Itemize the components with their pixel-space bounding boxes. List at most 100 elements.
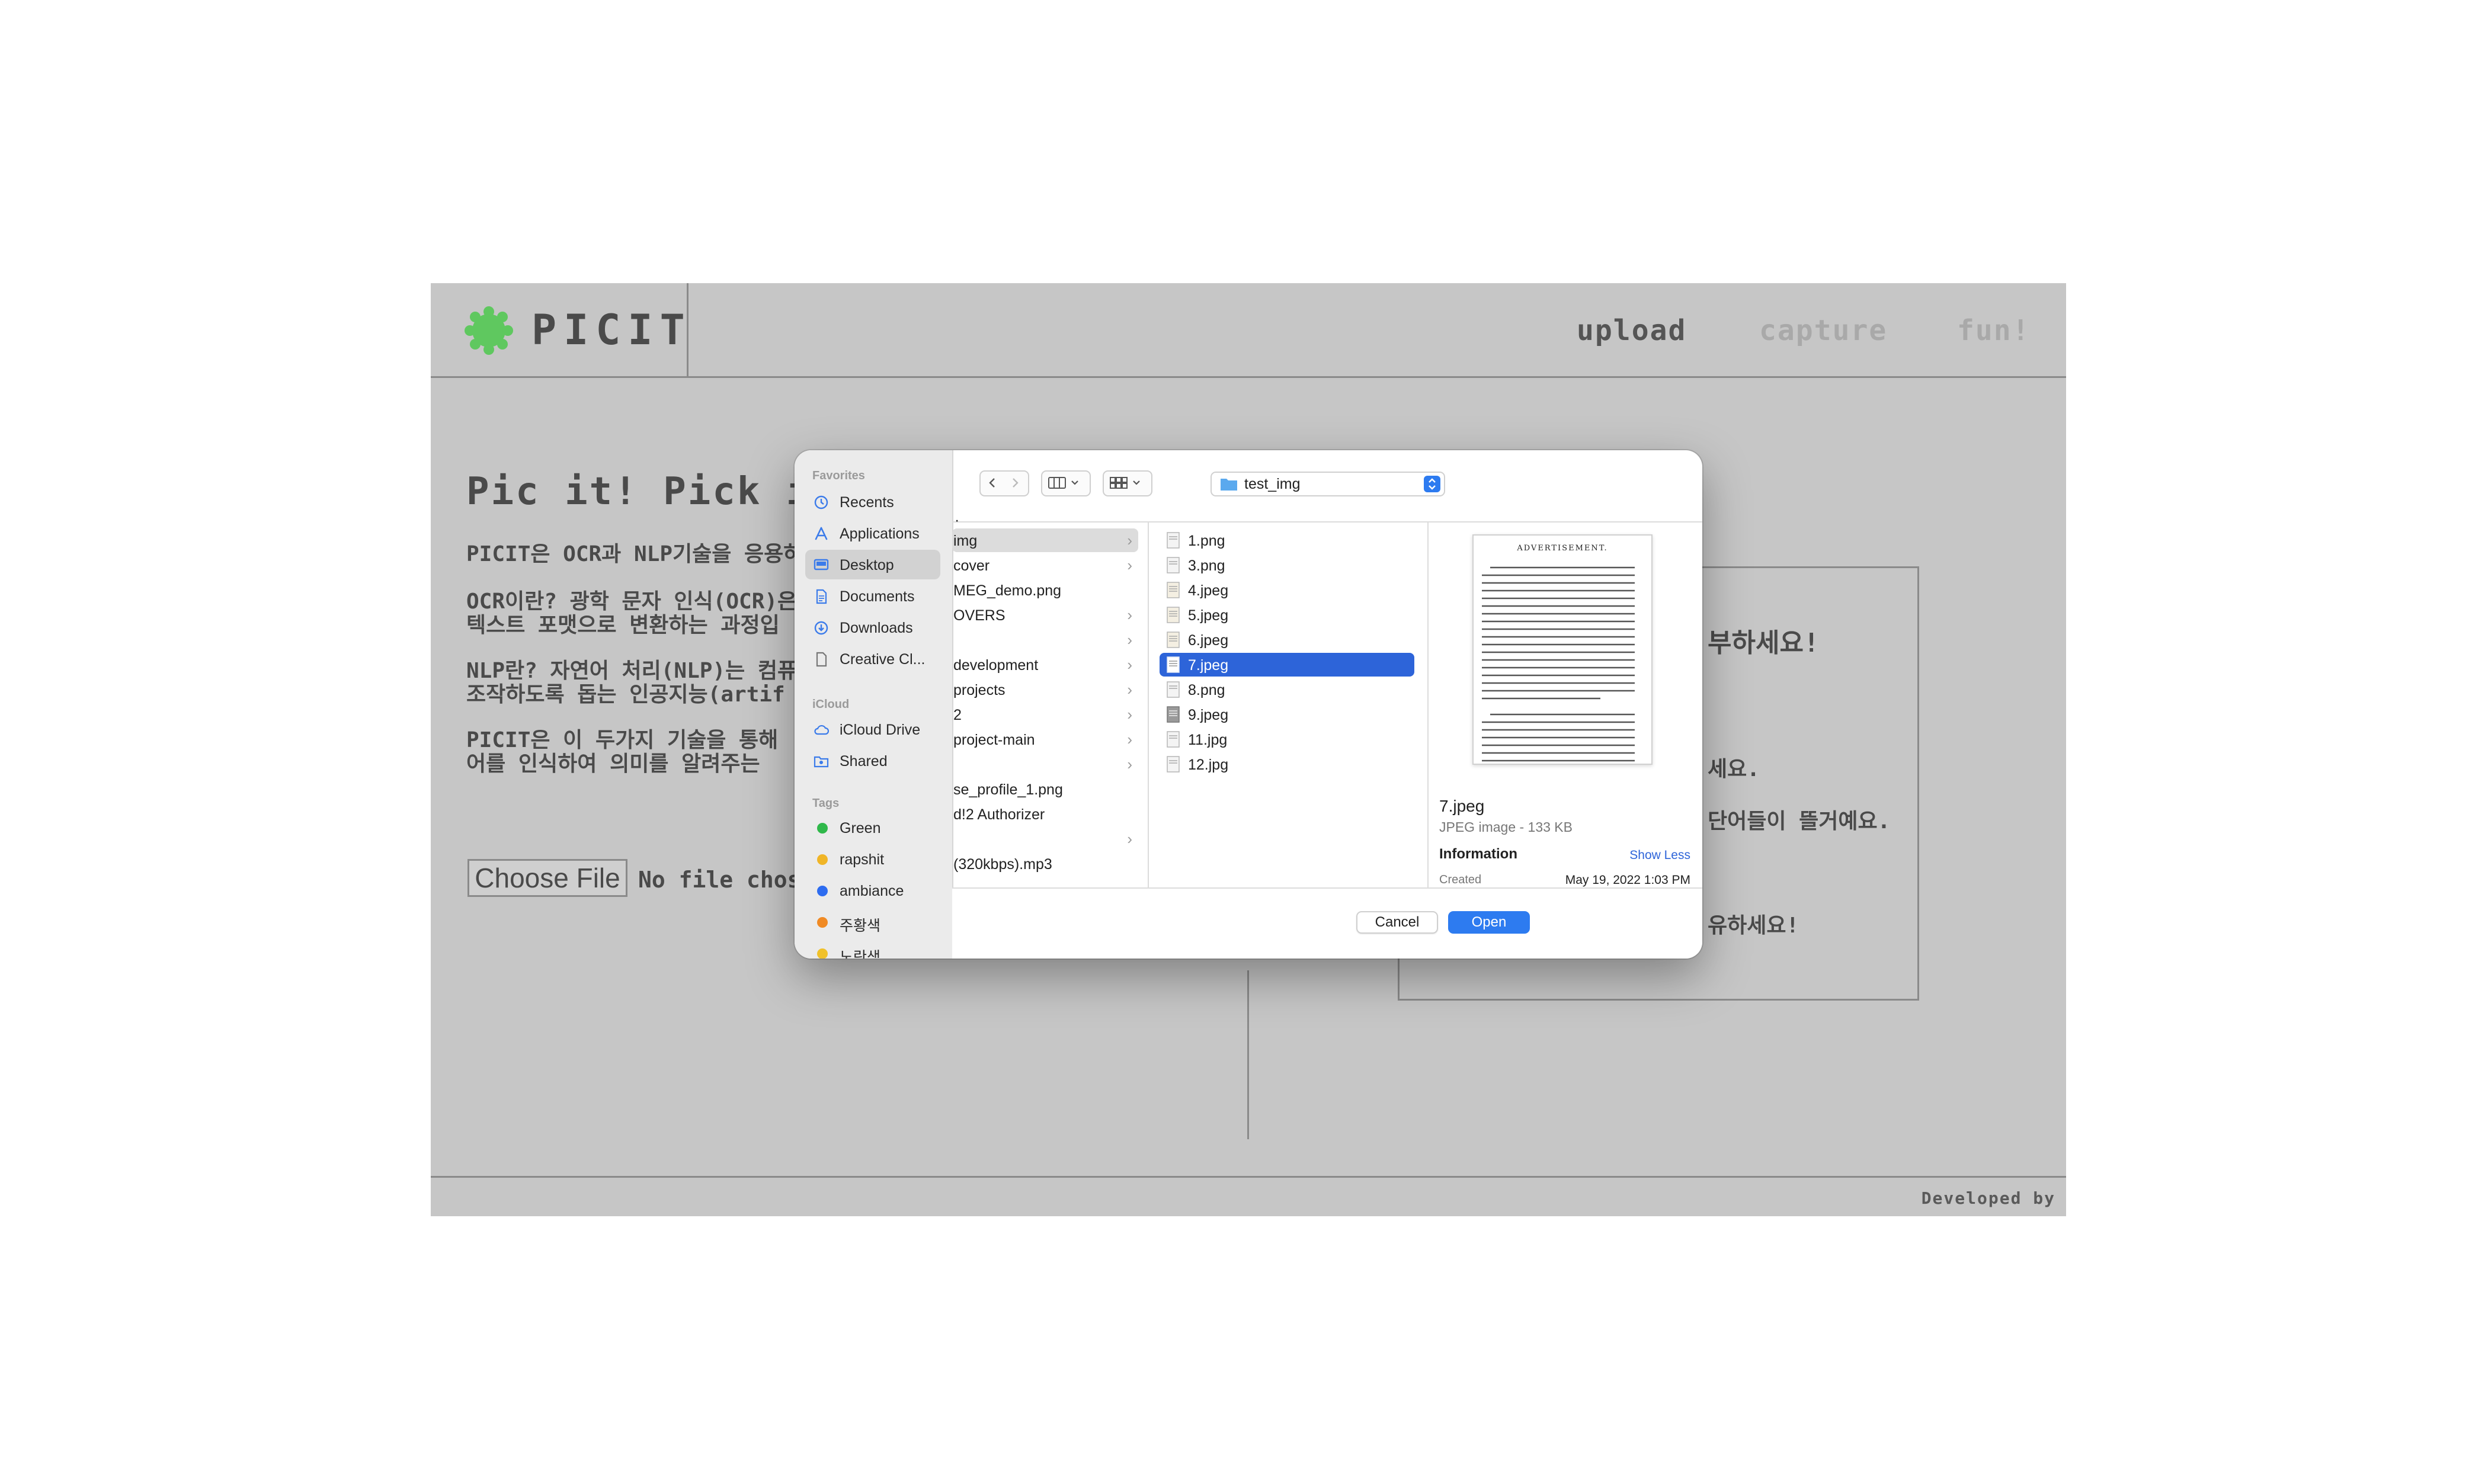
file-row[interactable]: 9.jpeg — [1160, 703, 1414, 726]
image-file-icon — [1167, 731, 1180, 748]
chevron-right-icon: › — [1127, 706, 1132, 723]
sidebar-item-label: 노란색 — [840, 949, 881, 959]
chevron-right-icon: › — [1127, 730, 1132, 748]
image-file-icon — [1167, 706, 1180, 723]
chevron-right-icon: › — [1127, 556, 1132, 574]
sidebar-item-label: iCloud Drive — [840, 722, 921, 738]
vertical-divider — [1247, 970, 1249, 1139]
sidebar-tag-yellow[interactable]: 노란색 — [805, 938, 940, 959]
file-row-selected[interactable]: 7.jpeg — [1160, 653, 1414, 677]
result-line-3: 유하세요! — [1708, 914, 1799, 938]
thumbnail-title: ADVERTISEMENT. — [1517, 544, 1608, 553]
file-row[interactable]: 8.png — [1160, 678, 1414, 701]
list-item[interactable]: OVERS › — [952, 603, 1138, 627]
clock-icon — [814, 495, 828, 509]
forward-icon[interactable] — [1008, 476, 1022, 490]
sidebar-item-creative-cloud[interactable]: Creative Cl... — [805, 644, 940, 674]
sidebar-tag-rapshit[interactable]: rapshit — [805, 844, 940, 874]
shared-folder-icon — [814, 756, 829, 768]
favorites-title: Favorites — [812, 469, 865, 482]
list-item[interactable]: development › — [952, 653, 1138, 677]
sidebar-item-icloud-drive[interactable]: iCloud Drive — [805, 714, 940, 744]
cloud-icon — [814, 725, 829, 735]
sidebar-tag-orange[interactable]: 주황색 — [805, 907, 940, 937]
preview-file-name: 7.jpeg — [1439, 797, 1485, 815]
open-button[interactable]: Open — [1448, 911, 1530, 934]
sidebar-tag-green[interactable]: Green — [805, 813, 940, 842]
sidebar-item-label: Creative Cl... — [840, 651, 926, 668]
sidebar-item-documents[interactable]: Documents — [805, 581, 940, 611]
list-item[interactable]: (320kbps).mp3 — [952, 852, 1138, 876]
back-icon[interactable] — [985, 476, 1000, 490]
sidebar-item-desktop[interactable]: Desktop — [805, 550, 940, 579]
image-file-icon — [1167, 632, 1180, 648]
file-row[interactable]: 5.jpeg — [1160, 603, 1414, 627]
list-item[interactable]: d!2 Authorizer — [952, 802, 1138, 826]
list-item[interactable]: cover › — [952, 553, 1138, 577]
list-item[interactable]: projects › — [952, 678, 1138, 701]
file-row[interactable]: 3.png — [1160, 553, 1414, 577]
list-item[interactable]: 2 › — [952, 703, 1138, 726]
file-row[interactable]: 1.png — [1160, 528, 1414, 552]
image-file-icon — [1167, 756, 1180, 773]
nav-capture[interactable]: capture — [1759, 314, 1887, 347]
list-item[interactable]: project-main › — [952, 727, 1138, 751]
tag-color-dot — [817, 886, 828, 896]
result-line-1: 세요. — [1708, 757, 1760, 781]
browser-column-files: 1.png 3.png 4.jpeg 5.jpeg 6.jpeg 7.jpeg … — [1149, 521, 1429, 887]
document-icon — [816, 589, 827, 604]
nav-upload[interactable]: upload — [1577, 314, 1686, 347]
cancel-button[interactable]: Cancel — [1356, 911, 1438, 934]
sidebar-item-label: Shared — [840, 753, 888, 770]
file-row[interactable]: 12.jpg — [1160, 752, 1414, 776]
chevron-right-icon: › — [1127, 631, 1132, 649]
file-row[interactable]: 11.jpg — [1160, 727, 1414, 751]
preview-pane: ADVERTISEMENT. 7.jpeg JPEG image - 133 K… — [1427, 521, 1702, 887]
information-heading: Information — [1439, 846, 1517, 862]
image-file-icon — [1167, 582, 1180, 598]
download-icon — [814, 621, 828, 635]
document-thumbnail: ADVERTISEMENT. — [1472, 534, 1653, 765]
dialog-toolbar: test_img — [952, 450, 1702, 523]
footer: Developed by — [431, 1176, 2066, 1218]
tag-color-dot — [817, 917, 828, 928]
file-row[interactable]: 4.jpeg — [1160, 578, 1414, 602]
list-item[interactable]: img › — [952, 528, 1138, 552]
list-item[interactable]: se_profile_1.png — [952, 777, 1138, 801]
list-item[interactable]: › — [952, 628, 1138, 652]
image-file-icon — [1167, 532, 1180, 549]
sidebar-item-label: Documents — [840, 588, 915, 605]
group-by-button[interactable] — [1103, 470, 1152, 496]
image-file-icon — [1167, 607, 1180, 623]
show-less-link[interactable]: Show Less — [1629, 848, 1690, 863]
sidebar-tag-ambiance[interactable]: ambiance — [805, 876, 940, 905]
view-mode-button[interactable] — [1041, 470, 1091, 496]
tag-color-dot — [817, 948, 828, 959]
browser-column-parent: · img › cover › MEG_demo.png OVERS › › deve… — [952, 512, 1149, 887]
sidebar-item-shared[interactable]: Shared — [805, 746, 940, 775]
chevron-right-icon: › — [1127, 755, 1132, 773]
sidebar-item-label: Green — [840, 820, 881, 836]
sidebar-item-downloads[interactable]: Downloads — [805, 613, 940, 642]
path-popup-button[interactable]: test_img — [1211, 472, 1445, 496]
dialog-button-bar: Cancel Open — [952, 887, 1702, 959]
sidebar-item-applications[interactable]: Applications — [805, 518, 940, 548]
image-file-icon — [1167, 656, 1180, 673]
chevron-right-icon: › — [1127, 531, 1132, 549]
chevron-right-icon: › — [1127, 681, 1132, 698]
clipped-row: · — [955, 512, 960, 528]
logo-text: PICIT — [531, 306, 692, 354]
choose-file-button[interactable]: Choose File — [467, 859, 627, 897]
file-row[interactable]: 6.jpeg — [1160, 628, 1414, 652]
sidebar-item-recents[interactable]: Recents — [805, 487, 940, 517]
intro-paragraph: PICIT은 OCR과 NLP기술을 응용하 — [466, 542, 803, 566]
list-item[interactable]: › — [952, 752, 1138, 776]
nav-fun[interactable]: fun! — [1957, 314, 2031, 347]
list-item[interactable]: › — [952, 827, 1138, 851]
columns-view-icon — [1048, 477, 1078, 489]
result-line-2: 단어들이 뜰거예요. — [1708, 809, 1891, 834]
tag-color-dot — [817, 854, 828, 865]
hero-title: Pic it! Pick it — [466, 470, 835, 514]
logo[interactable]: PICIT — [431, 283, 688, 376]
list-item[interactable]: MEG_demo.png — [952, 578, 1138, 602]
